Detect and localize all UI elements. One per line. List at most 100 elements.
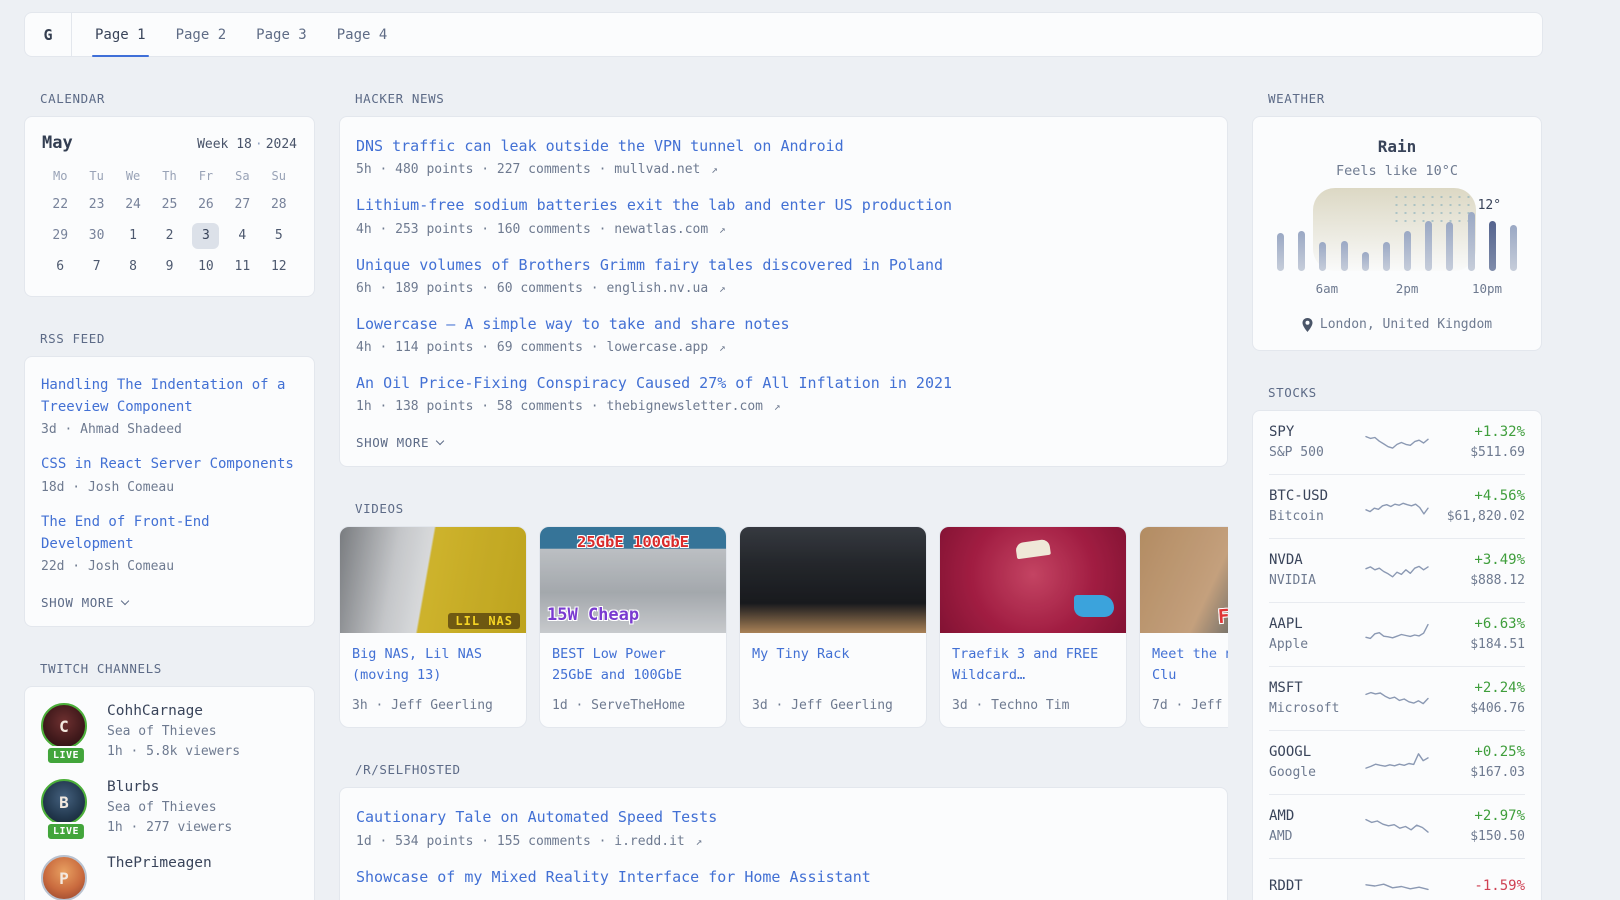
channel-avatar-wrap: B LIVE: [41, 779, 91, 835]
external-link-icon[interactable]: ↗: [774, 400, 781, 413]
calendar-day: 12: [261, 251, 297, 282]
channel-game[interactable]: Sea of Thieves: [107, 724, 240, 739]
stock-sparkline: [1365, 429, 1429, 456]
video-thumbnail[interactable]: FAS: [1140, 527, 1228, 633]
calendar-year: 2024: [266, 137, 297, 152]
rss-item-link[interactable]: CSS in React Server Components: [41, 454, 298, 476]
channel-name[interactable]: ThePrimeagen: [107, 855, 212, 871]
show-more-label: SHOW MORE: [41, 595, 114, 610]
stock-symbol[interactable]: RDDT: [1269, 878, 1365, 894]
stock-symbol[interactable]: AAPL: [1269, 616, 1365, 632]
video-title-link[interactable]: Meet the new Linux Clu: [1152, 644, 1228, 687]
hn-item-link[interactable]: Lithium-free sodium batteries exit the l…: [356, 194, 1211, 217]
rss-item-link[interactable]: Handling The Indentation of a Treeview C…: [41, 375, 298, 418]
external-link-icon[interactable]: ↗: [711, 163, 718, 176]
weather-hour-bar: [1489, 221, 1496, 271]
reddit-meta-text: 1d · 534 points · 155 comments · i.redd.…: [356, 834, 685, 849]
stock-price: $888.12: [1429, 573, 1525, 588]
video-thumbnail[interactable]: [740, 527, 926, 633]
video-title-link[interactable]: BEST Low Power 25GbE and 100GbE Switch…: [552, 644, 714, 687]
stock-row-aapl[interactable]: AAPL Apple +6.63% $184.51: [1269, 602, 1525, 666]
tab-page-4[interactable]: Page 4: [322, 13, 403, 56]
stock-symbol[interactable]: MSFT: [1269, 680, 1365, 696]
stock-name: Google: [1269, 765, 1365, 780]
rss-item-link[interactable]: The End of Front-End Development: [41, 512, 298, 555]
hn-meta-text: 4h · 114 points · 69 comments · lowercas…: [356, 340, 708, 355]
weather-hour-bar: [1298, 231, 1305, 271]
stock-symbol[interactable]: AMD: [1269, 808, 1365, 824]
channel-game[interactable]: Sea of Thieves: [107, 800, 232, 815]
stock-symbol[interactable]: NVDA: [1269, 552, 1365, 568]
weather-condition: Rain: [1269, 137, 1525, 156]
video-thumbnail[interactable]: LIL NAS: [340, 527, 526, 633]
stock-sparkline: [1365, 685, 1429, 712]
hn-item-link[interactable]: Unique volumes of Brothers Grimm fairy t…: [356, 254, 1211, 277]
channel-name[interactable]: Blurbs: [107, 779, 232, 795]
stock-row-spy[interactable]: SPY S&P 500 +1.32% $511.69: [1269, 411, 1525, 474]
weather-hourly-chart: 12°: [1277, 195, 1517, 271]
weekday-label: Su: [261, 169, 297, 183]
stock-sparkline: [1365, 493, 1429, 520]
calendar-day: 2: [151, 220, 187, 251]
hn-item-link[interactable]: Lowercase – A simple way to take and sha…: [356, 313, 1211, 336]
stock-row-rddt[interactable]: RDDT -1.59%: [1269, 858, 1525, 900]
thumbnail-decoration: [1015, 539, 1051, 560]
top-navigation-bar: G Page 1 Page 2 Page 3 Page 4: [24, 12, 1543, 57]
tab-page-2[interactable]: Page 2: [161, 13, 242, 56]
video-card[interactable]: My Tiny Rack 3d · Jeff Geerling: [739, 526, 927, 728]
tab-page-3[interactable]: Page 3: [241, 13, 322, 56]
video-title-link[interactable]: My Tiny Rack: [752, 644, 914, 687]
hn-meta-text: 6h · 189 points · 60 comments · english.…: [356, 281, 708, 296]
channel-name[interactable]: CohhCarnage: [107, 703, 240, 719]
stock-symbol[interactable]: SPY: [1269, 424, 1365, 440]
hn-item-link[interactable]: An Oil Price-Fixing Conspiracy Caused 27…: [356, 372, 1211, 395]
external-link-icon[interactable]: ↗: [696, 835, 703, 848]
weekday-label: Th: [151, 169, 187, 183]
external-link-icon[interactable]: ↗: [719, 282, 726, 295]
chevron-down-icon: [121, 597, 129, 605]
video-title-link[interactable]: Traefik 3 and FREE Wildcard…: [952, 644, 1114, 687]
app-logo[interactable]: G: [25, 13, 72, 56]
video-card[interactable]: LIL NAS Big NAS, Lil NAS (moving 13) 3h …: [339, 526, 527, 728]
stock-row-msft[interactable]: MSFT Microsoft +2.24% $406.76: [1269, 666, 1525, 730]
reddit-item-link[interactable]: Showcase of my Mixed Reality Interface f…: [356, 866, 1211, 889]
rss-item: CSS in React Server Components 18d · Jos…: [41, 454, 298, 495]
weather-time-label: 2pm: [1396, 281, 1419, 296]
twitch-channel-theprimeagen[interactable]: P ThePrimeagen: [41, 855, 298, 900]
twitch-channel-cohhcarnage[interactable]: C LIVE CohhCarnage Sea of Thieves 1h · 5…: [41, 703, 298, 759]
hn-item-link[interactable]: DNS traffic can leak outside the VPN tun…: [356, 135, 1211, 158]
video-card[interactable]: 25GbE 100GbE 15W Cheap BEST Low Power 25…: [539, 526, 727, 728]
calendar-week-number: Week 18: [197, 137, 252, 152]
video-card[interactable]: FAS Meet the new Linux Clu 7d · Jeff Gee…: [1139, 526, 1228, 728]
video-title-link[interactable]: Big NAS, Lil NAS (moving 13): [352, 644, 514, 687]
video-thumbnail[interactable]: [940, 527, 1126, 633]
video-thumbnail[interactable]: 25GbE 100GbE 15W Cheap: [540, 527, 726, 633]
channel-viewers: 1h · 5.8k viewers: [107, 744, 240, 759]
calendar-day: 26: [188, 189, 224, 220]
reddit-item-link[interactable]: Cautionary Tale on Automated Speed Tests: [356, 806, 1211, 829]
twitch-channels-widget: C LIVE CohhCarnage Sea of Thieves 1h · 5…: [24, 686, 315, 900]
stock-change: +2.24%: [1429, 680, 1525, 696]
dashboard-columns: CALENDAR May Week 18·2024 Mo Tu We Th Fr…: [24, 57, 1620, 900]
stock-row-googl[interactable]: GOOGL Google +0.25% $167.03: [1269, 730, 1525, 794]
twitch-channel-blurbs[interactable]: B LIVE Blurbs Sea of Thieves 1h · 277 vi…: [41, 779, 298, 835]
channel-avatar: C: [41, 703, 87, 749]
reddit-item: Cautionary Tale on Automated Speed Tests…: [356, 806, 1211, 848]
external-link-icon[interactable]: ↗: [719, 341, 726, 354]
stock-symbol[interactable]: GOOGL: [1269, 744, 1365, 760]
tab-page-1[interactable]: Page 1: [80, 13, 161, 56]
rss-show-more-button[interactable]: SHOW MORE: [41, 595, 128, 610]
page-tabs: Page 1 Page 2 Page 3 Page 4: [72, 13, 402, 56]
video-card[interactable]: Traefik 3 and FREE Wildcard… 3d · Techno…: [939, 526, 1127, 728]
stock-row-btc-usd[interactable]: BTC-USD Bitcoin +4.56% $61,820.02: [1269, 474, 1525, 538]
stock-symbol[interactable]: BTC-USD: [1269, 488, 1365, 504]
weekday-label: We: [115, 169, 151, 183]
calendar-day: 25: [151, 189, 187, 220]
external-link-icon[interactable]: ↗: [719, 223, 726, 236]
right-column: WEATHER Rain Feels like 10°C 12° 6am2pm1…: [1252, 57, 1542, 900]
stock-row-nvda[interactable]: NVDA NVIDIA +3.49% $888.12: [1269, 538, 1525, 602]
left-column: CALENDAR May Week 18·2024 Mo Tu We Th Fr…: [24, 57, 315, 900]
hn-show-more-button[interactable]: SHOW MORE: [356, 435, 443, 450]
stock-price: $150.50: [1429, 829, 1525, 844]
stock-row-amd[interactable]: AMD AMD +2.97% $150.50: [1269, 794, 1525, 858]
